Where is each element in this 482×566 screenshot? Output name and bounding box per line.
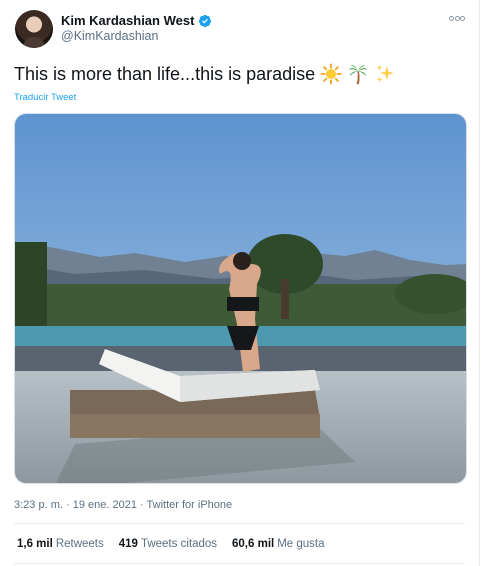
meta-separator: ·: [65, 499, 70, 511]
likes-stat[interactable]: 60,6 mil Me gusta: [232, 538, 325, 550]
likes-count: 60,6 mil: [232, 538, 275, 550]
sun-emoji-icon: [320, 63, 342, 85]
verified-badge-icon: [199, 14, 212, 27]
tweet-photo[interactable]: [14, 113, 467, 484]
quote-tweets-count: 419: [118, 538, 138, 550]
photo-illustration: [15, 114, 466, 483]
retweets-stat[interactable]: 1,6 mil Retweets: [17, 538, 104, 550]
palm-tree-emoji-icon: [348, 65, 368, 85]
quote-tweets-stat[interactable]: 419 Tweets citados: [119, 538, 217, 550]
tweet-meta: 3:23 p. m. · 19 ene. 2021 · Twitter for …: [14, 499, 232, 511]
sparkles-emoji-icon: [376, 64, 395, 83]
divider: [14, 563, 465, 564]
avatar[interactable]: [15, 10, 53, 48]
likes-label: Me gusta: [277, 538, 325, 550]
retweets-count: 1,6 mil: [17, 538, 53, 550]
quote-tweets-label: Tweets citados: [140, 538, 218, 550]
translate-tweet-link[interactable]: Traducir Tweet: [14, 92, 76, 103]
tweet-source[interactable]: Twitter for iPhone: [147, 499, 233, 511]
retweets-label: Retweets: [55, 538, 104, 550]
tweet-date[interactable]: 19 ene. 2021: [73, 499, 137, 511]
tweet-text-content: This is more than life...this is paradis…: [14, 63, 316, 84]
tweet-card: Kim Kardashian West @KimKardashian This …: [0, 0, 480, 566]
tweet-time[interactable]: 3:23 p. m.: [14, 499, 63, 511]
meta-separator: ·: [140, 499, 144, 511]
author-handle[interactable]: @KimKardashian: [61, 29, 158, 43]
author-display-name[interactable]: Kim Kardashian West: [61, 13, 194, 28]
more-options-icon[interactable]: [449, 14, 465, 22]
author-name-row[interactable]: Kim Kardashian West: [61, 13, 212, 28]
tweet-stats: 1,6 mil Retweets 419 Tweets citados 60,6 m…: [17, 538, 325, 550]
divider: [14, 523, 465, 524]
tweet-text: This is more than life...this is paradis…: [14, 63, 396, 85]
